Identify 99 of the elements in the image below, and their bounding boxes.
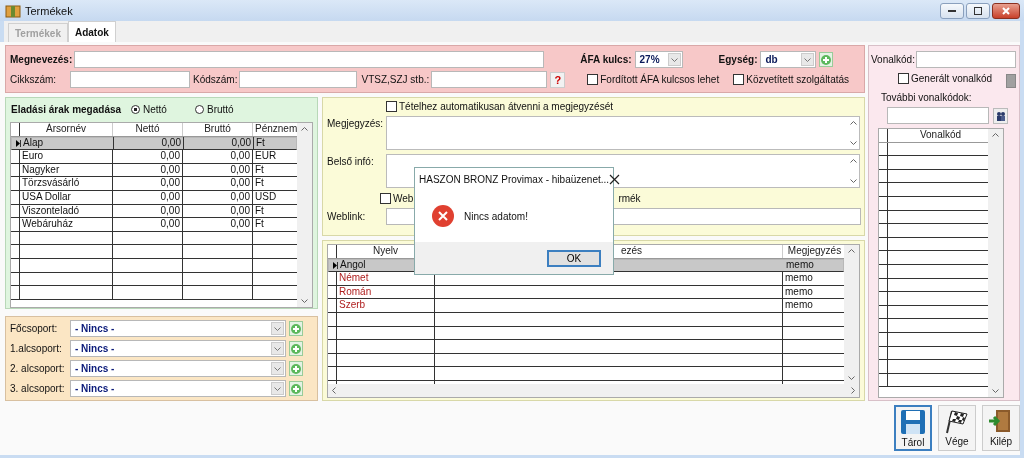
checkbox[interactable]: Közvetített szolgáltatás [733,74,850,85]
plus-icon [291,363,301,374]
field-label: További vonalkódok: [881,92,973,104]
close-icon [609,173,621,185]
caret-icon [670,57,678,62]
input-field[interactable] [431,71,548,88]
scroll-up-icon[interactable] [849,121,857,125]
close-button[interactable] [992,2,1020,19]
plus-icon [291,383,301,394]
field-label: ÁFA kulcs: [580,53,632,66]
group-dropdown[interactable]: - Nincs - [70,320,286,337]
caret-icon [274,326,281,331]
error-message: Nincs adatom! [464,210,528,222]
tab[interactable]: Adatok [67,21,116,42]
input-field[interactable] [915,51,1016,68]
input-field[interactable] [239,71,358,88]
caret-icon [274,366,281,371]
people-button[interactable] [993,107,1008,124]
dialog-title: HASZON BRONZ Provimax - hibaüzenet... [419,173,610,185]
table-row[interactable]: Euro 0,00 0,00 EUR [11,150,297,164]
plus-icon [821,54,832,65]
color-button[interactable] [1006,74,1016,88]
field-label: Egység: [718,53,758,66]
scroll-right-icon[interactable] [851,387,855,394]
scroll-up-icon[interactable] [848,249,855,253]
scroll-down-icon[interactable] [301,299,308,303]
plus-icon [291,323,301,334]
toolbar-button[interactable]: Vége [938,405,976,451]
close-button[interactable] [609,173,621,185]
input-field[interactable] [887,107,989,124]
scroll-down-icon[interactable] [848,376,855,380]
field-label: Megjegyzés: [327,117,385,130]
section-title: Eladási árak megadása [11,104,123,115]
scrollbar[interactable] [988,129,1003,397]
field-label: 2. alcsoport: [10,362,66,375]
table-row[interactable]: Törzsvásárló 0,00 0,00 Ft [11,177,297,191]
checkbox[interactable]: Generált vonalkód [898,73,993,84]
scroll-up-icon[interactable] [301,127,308,131]
checkbox[interactable]: Fordított ÁFA kulcsos lehet [587,74,720,85]
table-row[interactable]: Nagyker 0,00 0,00 Ft [11,163,297,178]
restore-button[interactable] [966,2,990,19]
scrollbar[interactable] [327,384,860,398]
group-dropdown[interactable]: - Nincs - [70,380,286,397]
checkbox-label: rmék [618,193,641,205]
toolbar-button[interactable]: Kilép [982,405,1020,451]
field-label: Megnevezés: [10,53,73,66]
field-label: 1.alcsoport: [10,342,63,355]
column-header: Ársornév [20,123,113,136]
group-dropdown[interactable]: - Nincs - [70,340,286,357]
row-pointer-icon [333,261,337,269]
minimize-button[interactable] [940,2,964,19]
table-row[interactable]: Szerb memo [328,299,844,313]
radio-button[interactable]: Bruttó [195,104,259,115]
scrollbar[interactable] [297,123,312,307]
scroll-down-icon[interactable] [849,179,857,183]
field-label: Weblink: [327,210,367,223]
field-label: Főcsoport: [10,322,59,335]
people-icon [995,110,1006,121]
unit-dropdown[interactable]: db [760,51,817,68]
table-row[interactable]: USA Dollar 0,00 0,00 USD [11,190,297,205]
row-pointer-icon [16,139,20,147]
checkbox[interactable]: Tételhez automatikusan átvenni a megjegyzését [386,101,613,112]
input-field[interactable] [74,51,545,68]
scroll-left-icon[interactable] [332,387,336,394]
field-label: Belső infó: [327,155,375,168]
restore-icon [974,6,982,15]
column-header: Bruttó [183,123,253,136]
table-row[interactable]: Román memo [328,285,844,300]
minimize-icon [948,9,956,12]
radio-button[interactable]: Nettó [131,104,195,115]
caret-icon [274,346,281,351]
window-title: Termékek [25,4,73,17]
checkered-flag-icon [944,408,970,434]
caret-icon [274,386,281,391]
help-button[interactable]: ? [550,71,566,88]
vat-dropdown[interactable]: 27% [634,51,683,68]
caret-icon [804,57,812,62]
column-header: Nettó [113,123,183,136]
scrollbar[interactable] [844,245,859,384]
toolbar-button[interactable]: Tárol [894,405,932,451]
input-field[interactable] [70,71,190,88]
checkbox[interactable]: Web [380,193,414,204]
table-row[interactable]: Webáruház 0,00 0,00 Ft [11,218,297,232]
field-label: Vonalkód: [871,53,915,66]
ok-button[interactable]: OK [547,249,601,267]
field-label: VTSZ,SZJ stb.: [361,73,430,86]
scroll-up-icon[interactable] [992,133,999,137]
table-row[interactable]: Viszonteladó 0,00 0,00 Ft [11,204,297,219]
plus-icon [291,343,301,354]
field-label: Cikkszám: [10,73,58,86]
field-label: 3. alcsoport: [10,382,66,395]
group-dropdown[interactable]: - Nincs - [70,360,286,377]
error-icon [432,205,454,227]
scroll-down-icon[interactable] [849,141,857,145]
box-icon [5,3,21,18]
scroll-up-icon[interactable] [849,159,857,163]
close-icon [1002,6,1010,15]
scroll-down-icon[interactable] [992,389,999,393]
field-label: Kódszám: [193,73,238,86]
